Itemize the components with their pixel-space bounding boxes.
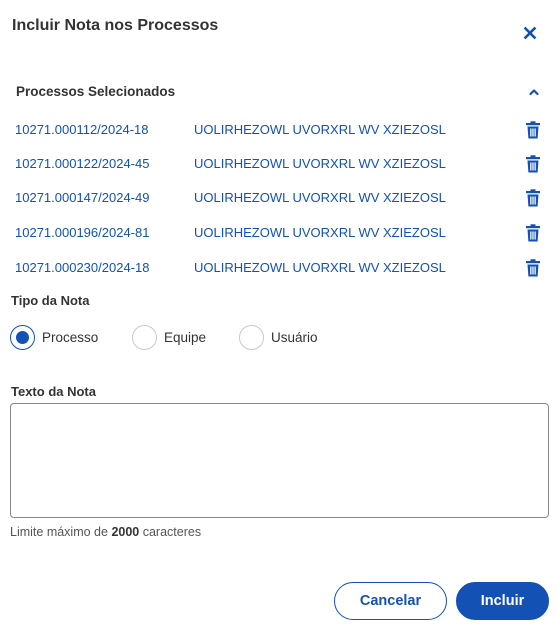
limit-prefix: Limite máximo de	[10, 525, 112, 539]
process-name-link[interactable]: UOLIRHEZOWL UVORXRL WV XZIEZOSL	[194, 156, 446, 171]
collapse-button[interactable]	[526, 84, 542, 100]
list-item: 10271.000196/2024-81 UOLIRHEZOWL UVORXRL…	[0, 215, 557, 249]
note-type-label: Tipo da Nota	[11, 293, 90, 308]
process-name-link[interactable]: UOLIRHEZOWL UVORXRL WV XZIEZOSL	[194, 122, 446, 137]
chevron-up-icon	[529, 89, 539, 96]
process-name-link[interactable]: UOLIRHEZOWL UVORXRL WV XZIEZOSL	[194, 225, 446, 240]
list-item: 10271.000230/2024-18 UOLIRHEZOWL UVORXRL…	[0, 250, 557, 284]
process-name-link[interactable]: UOLIRHEZOWL UVORXRL WV XZIEZOSL	[194, 190, 446, 205]
radio-option-processo[interactable]: Processo	[10, 324, 98, 350]
trash-icon	[526, 121, 540, 139]
process-number-link[interactable]: 10271.000196/2024-81	[15, 225, 149, 240]
close-button[interactable]	[521, 24, 539, 42]
process-number-link[interactable]: 10271.000147/2024-49	[15, 190, 149, 205]
limit-suffix: caracteres	[139, 525, 202, 539]
radio-button-checked[interactable]	[10, 324, 35, 350]
close-icon	[523, 26, 537, 40]
radio-label: Usuário	[271, 329, 318, 345]
note-text-input[interactable]	[10, 403, 549, 518]
process-name-link[interactable]: UOLIRHEZOWL UVORXRL WV XZIEZOSL	[194, 260, 446, 275]
radio-option-usuario[interactable]: Usuário	[239, 324, 318, 350]
character-limit-hint: Limite máximo de 2000 caracteres	[10, 525, 201, 539]
cancel-button[interactable]: Cancelar	[334, 582, 447, 620]
trash-icon	[526, 259, 540, 277]
radio-button[interactable]	[132, 324, 157, 350]
list-item: 10271.000122/2024-45 UOLIRHEZOWL UVORXRL…	[0, 146, 557, 180]
list-item: 10271.000147/2024-49 UOLIRHEZOWL UVORXRL…	[0, 180, 557, 214]
process-number-link[interactable]: 10271.000112/2024-18	[15, 122, 149, 137]
delete-process-button[interactable]	[525, 121, 541, 139]
delete-process-button[interactable]	[525, 155, 541, 173]
trash-icon	[526, 189, 540, 207]
delete-process-button[interactable]	[525, 259, 541, 277]
selected-processes-title: Processos Selecionados	[16, 84, 176, 99]
note-text-label: Texto da Nota	[11, 384, 96, 399]
radio-label: Equipe	[164, 329, 207, 345]
radio-label: Processo	[42, 329, 99, 345]
trash-icon	[526, 155, 540, 173]
radio-option-equipe[interactable]: Equipe	[132, 324, 206, 350]
radio-button[interactable]	[239, 324, 264, 350]
process-number-link[interactable]: 10271.000122/2024-45	[15, 156, 149, 171]
process-number-link[interactable]: 10271.000230/2024-18	[15, 260, 149, 275]
trash-icon	[526, 224, 540, 242]
dialog-title: Incluir Nota nos Processos	[12, 17, 219, 34]
list-item: 10271.000112/2024-18 UOLIRHEZOWL UVORXRL…	[0, 112, 557, 146]
submit-button[interactable]: Incluir	[456, 582, 549, 620]
delete-process-button[interactable]	[525, 224, 541, 242]
limit-value: 2000	[111, 525, 140, 539]
delete-process-button[interactable]	[525, 189, 541, 207]
